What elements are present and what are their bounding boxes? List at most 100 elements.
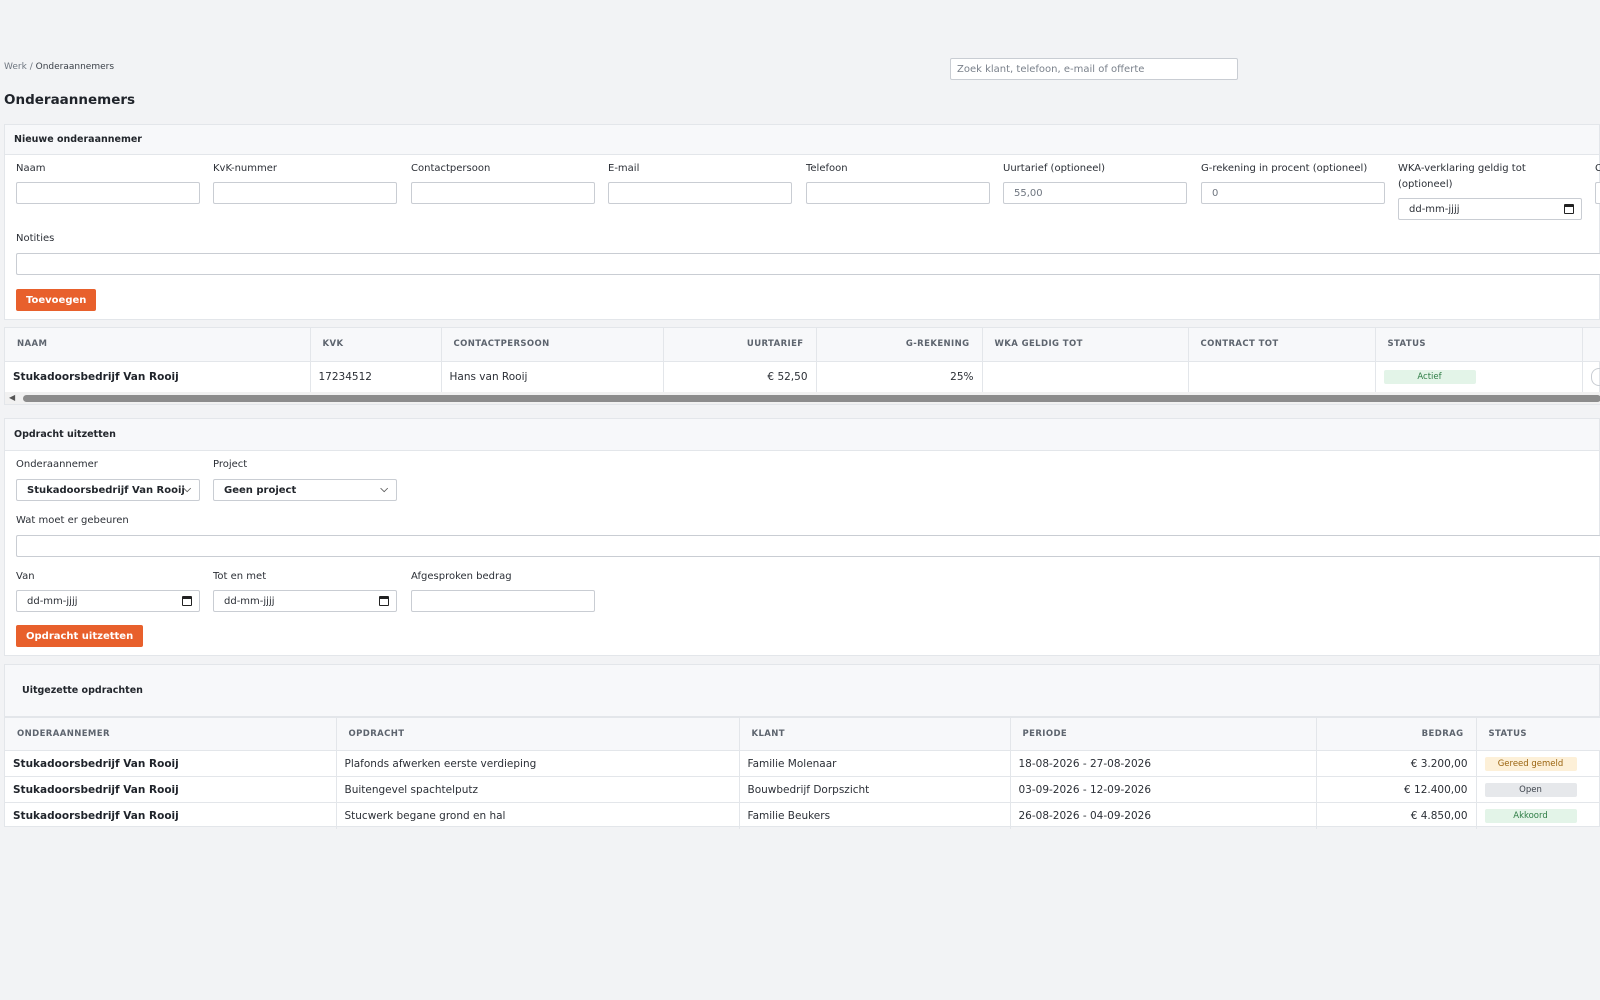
van-label: Van [16,571,35,582]
col-wka-geldig-tot[interactable]: WKA GELDIG TOT [982,328,1189,361]
scroll-left-icon[interactable]: ◀ [9,393,15,402]
chevron-down-icon: ⌵ [183,484,191,495]
calendar-icon[interactable] [379,596,389,606]
tot-en-met-label: Tot en met [213,571,267,582]
extra-field-input-partial[interactable] [1595,182,1600,204]
table-row[interactable]: Stukadoorsbedrijf Van Rooij Plafonds afw… [5,750,1600,777]
g-rekening-input[interactable]: 0 [1201,182,1385,204]
opdracht-uitzetten-button[interactable]: Opdracht uitzetten [16,625,144,647]
toevoegen-button[interactable]: Toevoegen [16,289,97,311]
chevron-down-icon: ⌵ [380,484,388,495]
issued-orders-card: Uitgezette opdrachten ONDERAANNEMER OPDR… [4,664,1600,829]
van-date-input[interactable]: dd-mm-jjjj [16,590,200,612]
col-opdracht[interactable]: OPDRACHT [336,717,740,751]
cell-status: Actief [1375,360,1583,392]
cell-status: Akkoord [1476,802,1600,829]
col-bedrag[interactable]: BEDRAG [1316,717,1477,751]
cell-onderaannemer: Stukadoorsbedrijf Van Rooij [5,802,337,829]
onderaannemer-select-value: Stukadoorsbedrijf Van Rooij [27,484,185,496]
cell-g-rekening: 25% [816,360,983,392]
new-subcontractor-card: Nieuwe onderaannemer Naam KvK-nummer Con… [4,124,1600,320]
table-row[interactable]: Stukadoorsbedrijf Van Rooij Buitengevel … [5,776,1600,803]
col-actions [1582,328,1600,361]
tot-en-met-date-placeholder: dd-mm-jjjj [224,595,275,607]
new-subcontractor-heading: Nieuwe onderaannemer [5,125,1599,155]
status-badge: Akkoord [1484,808,1577,823]
cell-kvk: 17234512 [310,360,442,392]
search-input[interactable] [950,58,1238,80]
naam-input[interactable] [16,182,200,204]
email-input[interactable] [608,182,792,204]
g-rekening-label: G-rekening in procent (optioneel) [1201,163,1368,174]
cell-periode: 03-09-2026 - 12-09-2026 [1010,776,1317,803]
col-status[interactable]: STATUS [1375,328,1583,361]
cell-opdracht: Buitengevel spachtelputz [336,776,740,803]
row-action-button[interactable] [1590,367,1600,386]
cell-klant: Bouwbedrijf Dorpszicht [739,776,1011,803]
afgesproken-bedrag-input[interactable] [411,590,595,612]
page-title: Onderaannemers [4,92,136,108]
cell-contactpersoon: Hans van Rooij [441,360,664,392]
project-select[interactable]: Geen project ⌵ [213,479,397,501]
col-g-rekening[interactable]: G-REKENING [816,328,983,361]
cell-klant: Familie Beukers [739,802,1011,829]
breadcrumb-current: Onderaannemers [35,62,115,72]
col-kvk[interactable]: KVK [310,328,442,361]
col-contactpersoon[interactable]: CONTACTPERSOON [441,328,664,361]
col-status[interactable]: STATUS [1476,717,1600,751]
status-badge: Gereed gemeld [1484,756,1577,771]
col-naam[interactable]: NAAM [5,328,311,361]
cell-periode: 26-08-2026 - 04-09-2026 [1010,802,1317,829]
col-klant[interactable]: KLANT [739,717,1011,751]
cell-onderaannemer: Stukadoorsbedrijf Van Rooij [5,750,337,777]
tot-en-met-date-input[interactable]: dd-mm-jjjj [213,590,397,612]
cell-actions [1582,360,1600,392]
cell-bedrag: € 3.200,00 [1316,750,1477,777]
telefoon-input[interactable] [806,182,990,204]
status-badge: Open [1484,782,1577,797]
breadcrumb-parent[interactable]: Werk [4,62,27,72]
telefoon-label: Telefoon [806,163,848,174]
cell-naam: Stukadoorsbedrijf Van Rooij [5,360,311,392]
wka-date-placeholder: dd-mm-jjjj [1409,203,1460,215]
cell-klant: Familie Molenaar [739,750,1011,777]
notities-input[interactable] [16,253,1600,275]
table-row[interactable]: Stukadoorsbedrijf Van Rooij Stucwerk beg… [5,802,1600,829]
cell-status: Gereed gemeld [1476,750,1600,777]
scrollbar-thumb[interactable] [23,395,1600,402]
col-periode[interactable]: PERIODE [1010,717,1317,751]
uurtarief-label: Uurtarief (optioneel) [1003,163,1106,174]
project-select-value: Geen project [224,484,297,496]
table-row[interactable]: Stukadoorsbedrijf Van Rooij 17234512 Han… [5,360,1600,392]
issued-orders-table: ONDERAANNEMER OPDRACHT KLANT PERIODE BED… [5,717,1600,829]
horizontal-scrollbar[interactable]: ◀ [5,392,1600,404]
wka-label-line1: WKA-verklaring geldig tot [1398,163,1526,174]
cell-onderaannemer: Stukadoorsbedrijf Van Rooij [5,776,337,803]
issued-orders-heading: Uitgezette opdrachten [5,665,1599,717]
email-label: E-mail [608,163,640,174]
calendar-icon[interactable] [182,596,192,606]
calendar-icon[interactable] [1564,204,1574,214]
cell-opdracht: Stucwerk begane grond en hal [336,802,740,829]
kvk-input[interactable] [213,182,397,204]
wat-moet-er-gebeuren-input[interactable] [16,535,1600,557]
col-contract-tot[interactable]: CONTRACT TOT [1188,328,1376,361]
col-uurtarief[interactable]: UURTARIEF [663,328,817,361]
subcontractors-table-card: NAAM KVK CONTACTPERSOON UURTARIEF G-REKE… [4,327,1600,405]
van-date-placeholder: dd-mm-jjjj [27,595,78,607]
onderaannemer-select[interactable]: Stukadoorsbedrijf Van Rooij ⌵ [16,479,200,501]
cell-wka [982,360,1189,392]
subcontractors-table: NAAM KVK CONTACTPERSOON UURTARIEF G-REKE… [5,328,1600,392]
col-onderaannemer[interactable]: ONDERAANNEMER [5,717,337,751]
wka-date-input[interactable]: dd-mm-jjjj [1398,198,1582,220]
cell-bedrag: € 4.850,00 [1316,802,1477,829]
contactpersoon-input[interactable] [411,182,595,204]
afgesproken-bedrag-label: Afgesproken bedrag [411,571,512,582]
breadcrumb: Werk / Onderaannemers [4,62,114,72]
cell-contract [1188,360,1376,392]
extra-field-label-partial: C [1595,163,1600,174]
uurtarief-input[interactable]: 55,00 [1003,182,1187,204]
naam-label: Naam [16,163,46,174]
wat-moet-er-gebeuren-label: Wat moet er gebeuren [16,515,129,526]
cell-uurtarief: € 52,50 [663,360,817,392]
